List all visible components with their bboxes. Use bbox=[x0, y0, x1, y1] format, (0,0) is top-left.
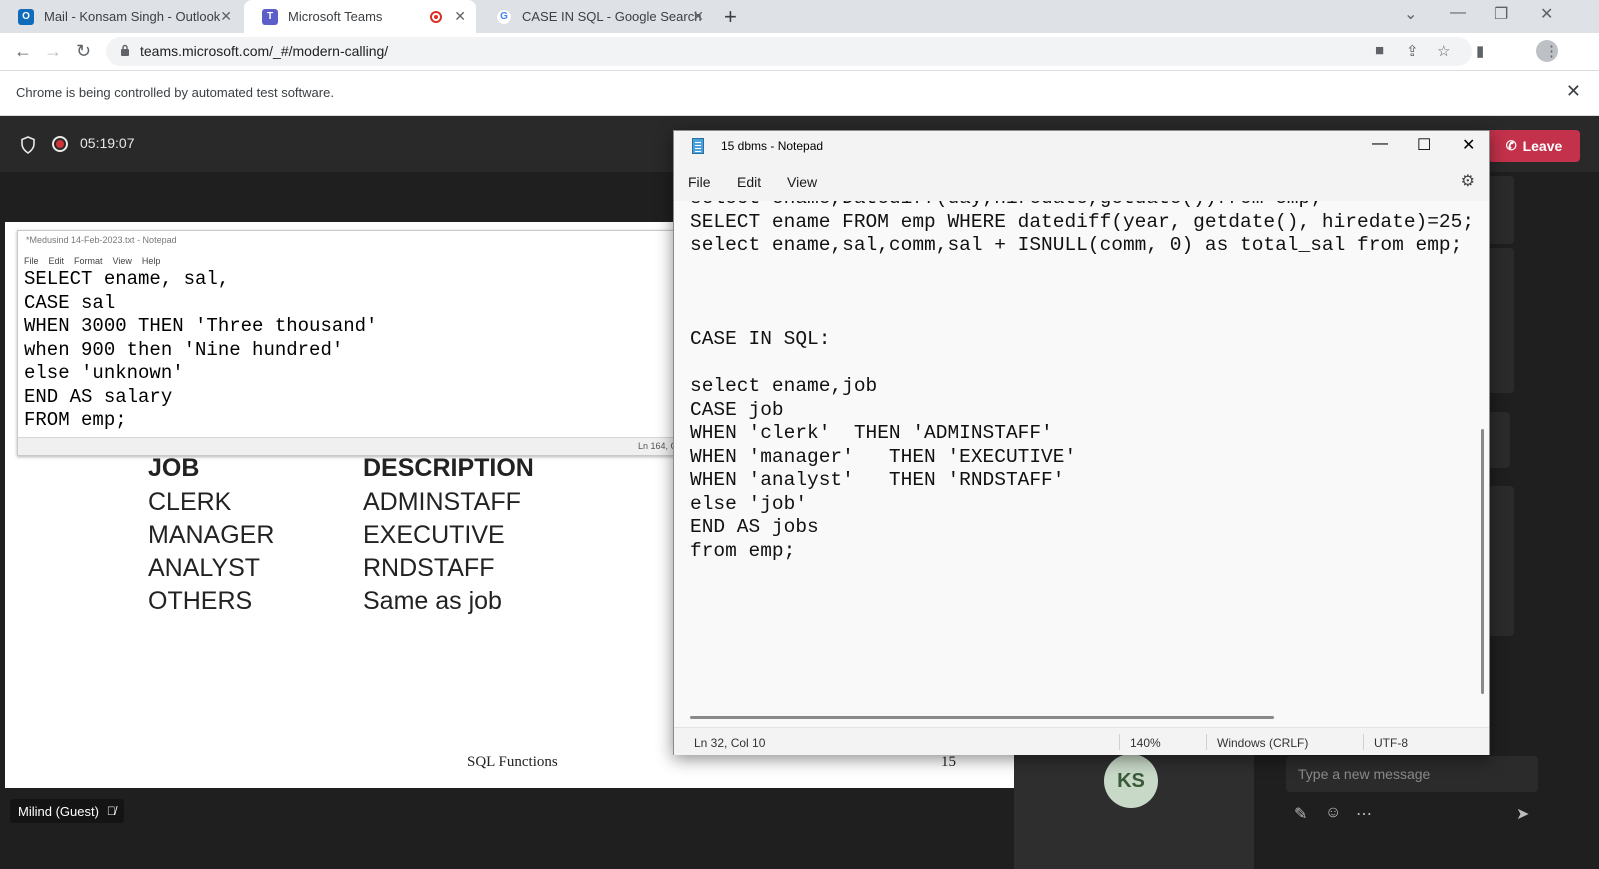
share-icon[interactable]: ⇪ bbox=[1406, 42, 1419, 60]
shared-notepad-title: *Medusind 14-Feb-2023.txt - Notepad bbox=[26, 235, 177, 245]
teams-icon: T bbox=[262, 8, 278, 25]
menu-view[interactable]: View bbox=[787, 174, 817, 190]
bookmark-star-icon[interactable]: ☆ bbox=[1437, 42, 1450, 60]
browser-tab-strip: O Mail - Konsam Singh - Outlook ✕ T Micr… bbox=[0, 0, 1599, 33]
menu-kebab-icon[interactable]: ⋮ bbox=[1544, 42, 1559, 60]
maximize-icon[interactable]: ☐ bbox=[1417, 135, 1431, 155]
slide-page-number: 15 bbox=[941, 754, 956, 770]
table-header: JOB bbox=[148, 454, 200, 482]
automation-infobar: Chrome is being controlled by automated … bbox=[0, 70, 1599, 116]
table-cell: RNDSTAFF bbox=[363, 554, 495, 582]
format-icon[interactable]: ✎ bbox=[1294, 804, 1307, 824]
menu-edit[interactable]: Edit bbox=[737, 174, 761, 190]
notepad-icon bbox=[692, 138, 704, 154]
new-tab-button[interactable]: + bbox=[724, 4, 737, 30]
status-divider bbox=[1206, 734, 1207, 750]
status-divider bbox=[1363, 734, 1364, 750]
status-divider bbox=[1119, 734, 1120, 750]
meeting-timer: 05:19:07 bbox=[80, 135, 135, 151]
reload-icon[interactable]: ↻ bbox=[76, 41, 91, 62]
table-cell: Same as job bbox=[363, 587, 502, 615]
recording-indicator-icon bbox=[430, 11, 442, 23]
minimize-icon[interactable]: — bbox=[1450, 4, 1466, 22]
message-compose-input[interactable]: Type a new message bbox=[1286, 756, 1538, 792]
phone-icon: ✆ bbox=[1505, 138, 1517, 153]
tab-title: Microsoft Teams bbox=[288, 9, 383, 24]
minimize-icon[interactable]: — bbox=[1372, 135, 1388, 153]
outlook-icon: O bbox=[18, 8, 34, 25]
table-cell: ANALYST bbox=[148, 554, 261, 582]
tab-title: Mail - Konsam Singh - Outlook bbox=[44, 9, 221, 24]
table-cell: ADMINSTAFF bbox=[363, 488, 521, 516]
send-icon[interactable]: ➤ bbox=[1516, 804, 1529, 824]
tab-search-icon[interactable]: ⌄ bbox=[1404, 4, 1417, 24]
more-options-icon[interactable]: ⋯ bbox=[1356, 804, 1372, 824]
side-panel-icon[interactable]: ▮ bbox=[1476, 42, 1484, 60]
shared-menu-file: File bbox=[24, 256, 39, 266]
close-infobar-icon[interactable]: ✕ bbox=[1566, 81, 1581, 102]
shared-notepad-text: SELECT ename, sal, CASE sal WHEN 3000 TH… bbox=[24, 268, 378, 431]
notepad-window[interactable]: 15 dbms - Notepad — ☐ ✕ File Edit View ⚙… bbox=[673, 130, 1490, 755]
restore-icon[interactable]: ❐ bbox=[1494, 4, 1508, 24]
tab-title: CASE IN SQL - Google Search bbox=[522, 9, 702, 24]
close-icon[interactable]: ✕ bbox=[1462, 135, 1475, 155]
table-cell: CLERK bbox=[148, 488, 232, 516]
emoji-icon[interactable]: ☺ bbox=[1325, 804, 1341, 822]
shared-notepad-status: Ln 164, Co bbox=[18, 437, 696, 455]
forward-icon[interactable]: → bbox=[44, 41, 62, 62]
close-tab-icon[interactable]: ✕ bbox=[220, 8, 232, 25]
line-ending: Windows (CRLF) bbox=[1217, 736, 1309, 750]
mic-off-icon: 🎙̸ bbox=[106, 804, 116, 818]
presenter-name-badge: Milind (Guest) 🎙̸ bbox=[10, 799, 124, 823]
infobar-message: Chrome is being controlled by automated … bbox=[16, 85, 334, 100]
slide-footer: SQL Functions bbox=[467, 754, 558, 770]
recording-icon bbox=[52, 136, 68, 152]
notepad-menubar: File Edit View ⚙ bbox=[674, 161, 1489, 201]
vertical-scrollbar[interactable] bbox=[1481, 429, 1484, 694]
zoom-level: 140% bbox=[1130, 736, 1161, 750]
cursor-position: Ln 32, Col 10 bbox=[694, 736, 766, 750]
menu-file[interactable]: File bbox=[688, 174, 711, 190]
encoding: UTF-8 bbox=[1374, 736, 1408, 750]
shared-notepad-menu: File Edit Format View Help bbox=[24, 256, 170, 266]
notepad-statusbar: Ln 32, Col 10 140% Windows (CRLF) UTF-8 bbox=[674, 727, 1489, 755]
google-icon: G bbox=[496, 8, 512, 25]
notepad-titlebar[interactable]: 15 dbms - Notepad — ☐ ✕ bbox=[674, 131, 1489, 161]
camera-icon[interactable]: ■ bbox=[1375, 42, 1384, 59]
notepad-text: select ename,Datediff(day,hiredate,getda… bbox=[690, 201, 1475, 562]
tab-teams[interactable]: T Microsoft Teams ✕ bbox=[244, 0, 476, 33]
browser-toolbar: ← → ↻ teams.microsoft.com/_#/modern-call… bbox=[0, 33, 1599, 70]
table-cell: MANAGER bbox=[148, 521, 275, 549]
close-window-icon[interactable]: ✕ bbox=[1540, 4, 1553, 24]
leave-label: Leave bbox=[1522, 138, 1563, 154]
shared-menu-edit: Edit bbox=[48, 256, 65, 266]
back-icon[interactable]: ← bbox=[14, 41, 32, 62]
tab-outlook[interactable]: O Mail - Konsam Singh - Outlook ✕ bbox=[0, 0, 242, 33]
horizontal-scrollbar[interactable] bbox=[690, 716, 1274, 719]
address-bar[interactable]: teams.microsoft.com/_#/modern-calling/ bbox=[106, 37, 1472, 66]
table-header: DESCRIPTION bbox=[363, 454, 534, 482]
close-tab-icon[interactable]: ✕ bbox=[692, 8, 704, 25]
settings-gear-icon[interactable]: ⚙ bbox=[1461, 171, 1475, 191]
shared-menu-help: Help bbox=[141, 256, 161, 266]
shared-menu-format: Format bbox=[74, 256, 103, 266]
shield-icon bbox=[21, 136, 35, 154]
notepad-text-area[interactable]: select ename,Datediff(day,hiredate,getda… bbox=[674, 201, 1479, 721]
shared-menu-view: View bbox=[112, 256, 132, 266]
lock-icon bbox=[121, 44, 129, 56]
message-placeholder: Type a new message bbox=[1298, 766, 1431, 782]
avatar: KS bbox=[1104, 754, 1158, 808]
notepad-title: 15 dbms - Notepad bbox=[721, 139, 824, 153]
close-tab-icon[interactable]: ✕ bbox=[454, 8, 466, 25]
table-cell: EXECUTIVE bbox=[363, 521, 505, 549]
url-text: teams.microsoft.com/_#/modern-calling/ bbox=[140, 43, 389, 59]
presenter-name: Milind (Guest) bbox=[18, 803, 99, 819]
shared-notepad-window: *Medusind 14-Feb-2023.txt - Notepad File… bbox=[17, 230, 697, 456]
leave-button[interactable]: ✆ Leave bbox=[1488, 130, 1580, 162]
table-cell: OTHERS bbox=[148, 587, 253, 615]
tab-google-search[interactable]: G CASE IN SQL - Google Search ✕ bbox=[478, 0, 714, 33]
